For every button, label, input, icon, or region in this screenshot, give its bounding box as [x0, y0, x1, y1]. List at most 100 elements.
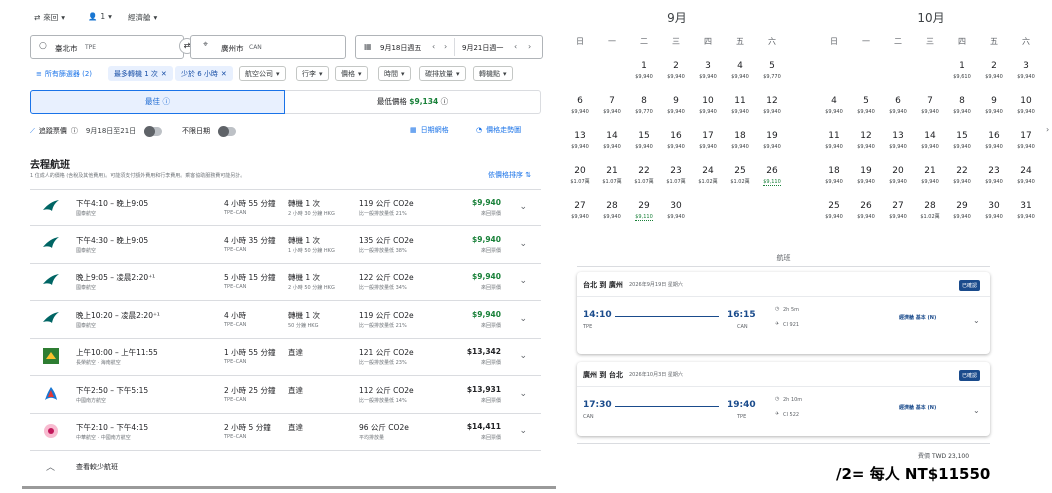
calendar-day[interactable]: 20 $1.07萬: [564, 165, 596, 185]
calendar-day[interactable]: 20 $9,940: [882, 165, 914, 185]
prev-date-button[interactable]: ‹: [432, 42, 435, 51]
calendar-day[interactable]: 23 $9,940: [978, 165, 1010, 185]
close-icon[interactable]: ✕: [161, 70, 167, 78]
calendar-day[interactable]: 11 $9,940: [724, 95, 756, 115]
flight-row[interactable]: 下午2:10 – 下午4:15 中華航空 · 中國南方航空 2 小時 5 分鐘 TPE…: [30, 414, 541, 451]
calendar-day[interactable]: 1 $9,940: [628, 60, 660, 80]
calendar-day[interactable]: 22 $1.07萬: [628, 165, 660, 185]
calendar-day[interactable]: 4 $9,940: [818, 95, 850, 115]
calendar-day[interactable]: 7 $9,940: [914, 95, 946, 115]
calendar-day[interactable]: 6 $9,940: [882, 95, 914, 115]
calendar-day[interactable]: 24 $1.02萬: [692, 165, 724, 185]
passenger-select[interactable]: 👤 1 ▾: [88, 12, 112, 21]
calendar-day[interactable]: 25 $1.02萬: [724, 165, 756, 185]
return-flight-card[interactable]: 廣州 到 台北 2026年10月3日 星期六 已確認 17:30 CAN 19:…: [577, 362, 990, 436]
calendar-day[interactable]: 6 $9,940: [564, 95, 596, 115]
chevron-down-icon[interactable]: ⌄: [973, 316, 980, 325]
calendar-day[interactable]: 14 $9,940: [596, 130, 628, 150]
calendar-day[interactable]: 26 $9,940: [850, 200, 882, 220]
calendar-day[interactable]: 19 $9,940: [850, 165, 882, 185]
calendar-day[interactable]: 15 $9,940: [628, 130, 660, 150]
trip-type-select[interactable]: ⇄ 來回 ▾: [34, 12, 65, 23]
calendar-day[interactable]: 14 $9,940: [914, 130, 946, 150]
filter-connecting-chip[interactable]: 轉機點 ▾: [473, 66, 513, 81]
chevron-down-icon[interactable]: ⌄: [519, 314, 527, 324]
prev-return-button[interactable]: ‹: [514, 42, 517, 51]
next-return-button[interactable]: ›: [528, 42, 531, 51]
flight-row[interactable]: 下午2:50 – 下午5:15 中國南方航空 2 小時 25 分鐘 TPE–CAN 直達…: [30, 377, 541, 414]
calendar-day[interactable]: 4 $9,940: [724, 60, 756, 80]
calendar-scroll-icon[interactable]: ›: [1046, 125, 1049, 134]
flight-row[interactable]: 晚上9:05 – 凌晨2:20⁺¹ 國泰航空 5 小時 15 分鐘 TPE–CAN 轉機…: [30, 264, 541, 301]
calendar-day[interactable]: 15 $9,940: [946, 130, 978, 150]
sort-button[interactable]: 依價格排序 ⇅: [488, 170, 531, 180]
calendar-day[interactable]: 3 $9,940: [692, 60, 724, 80]
calendar-day[interactable]: 30 $9,940: [660, 200, 692, 220]
calendar-day[interactable]: 21 $9,940: [914, 165, 946, 185]
calendar-day[interactable]: 8 $9,770: [628, 95, 660, 115]
calendar-day[interactable]: 28 $9,940: [596, 200, 628, 220]
track-prices-toggle[interactable]: ⟋ 追蹤票價 ⓘ 9月18日至21日: [30, 125, 163, 137]
chevron-down-icon[interactable]: ⌄: [519, 351, 527, 361]
origin-field[interactable]: ○ 臺北市 TPE: [30, 35, 184, 59]
calendar-day[interactable]: 13 $9,940: [564, 130, 596, 150]
filter-duration-chip[interactable]: 少於 6 小時 ✕: [175, 66, 233, 81]
calendar-day[interactable]: 22 $9,940: [946, 165, 978, 185]
flight-row[interactable]: 上午10:00 – 上午11:55 長榮航空 · 海南航空 1 小時 55 分鐘 TP…: [30, 339, 541, 376]
filter-airline-chip[interactable]: 航空公司 ▾: [239, 66, 286, 81]
chevron-down-icon[interactable]: ⌄: [519, 426, 527, 436]
close-icon[interactable]: ✕: [221, 70, 227, 78]
calendar-day[interactable]: 31 $9,940: [1010, 200, 1042, 220]
date-grid-button[interactable]: ▦ 日期網格: [410, 125, 449, 135]
filter-stops-chip[interactable]: 最多轉機 1 次 ✕: [108, 66, 173, 81]
flight-row[interactable]: 晚上10:20 – 凌晨2:20⁺¹ 國泰航空 4 小時 TPE–CAN 轉機 1 次 5…: [30, 302, 541, 339]
calendar-day[interactable]: 10 $9,940: [1010, 95, 1042, 115]
calendar-day[interactable]: 16 $9,940: [978, 130, 1010, 150]
calendar-day[interactable]: 19 $9,940: [756, 130, 788, 150]
calendar-day[interactable]: 13 $9,940: [882, 130, 914, 150]
tab-best[interactable]: 最佳 ⓘ: [30, 90, 285, 114]
flight-row[interactable]: 下午4:30 – 晚上9:05 國泰航空 4 小時 35 分鐘 TPE–CAN 轉機 1…: [30, 227, 541, 264]
outbound-flight-card[interactable]: 台北 到 廣州 2026年9月19日 星期六 已確認 14:10 TPE 16:…: [577, 272, 990, 354]
toggle-switch[interactable]: [144, 125, 163, 137]
calendar-day[interactable]: 16 $9,940: [660, 130, 692, 150]
all-filters-button[interactable]: ≡ 所有篩選器 (2): [30, 66, 99, 81]
chevron-down-icon[interactable]: ⌄: [519, 389, 527, 399]
calendar-day[interactable]: 3 $9,940: [1010, 60, 1042, 80]
calendar-day[interactable]: 18 $9,940: [724, 130, 756, 150]
next-date-button[interactable]: ›: [444, 42, 447, 51]
calendar-day[interactable]: 27 $9,940: [882, 200, 914, 220]
calendar-day[interactable]: 11 $9,940: [818, 130, 850, 150]
calendar-day[interactable]: 7 $9,940: [596, 95, 628, 115]
calendar-day[interactable]: 24 $9,940: [1010, 165, 1042, 185]
calendar-day[interactable]: 21 $1.07萬: [596, 165, 628, 185]
calendar-day[interactable]: 1 $9,610: [946, 60, 978, 80]
calendar-day[interactable]: 29 $9,940: [946, 200, 978, 220]
date-range-field[interactable]: ▦ 9月18日週五 ‹ › 9月21日週一 ‹ ›: [355, 35, 543, 59]
calendar-day[interactable]: 18 $9,940: [818, 165, 850, 185]
calendar-day[interactable]: 27 $9,940: [564, 200, 596, 220]
calendar-day[interactable]: 5 $9,770: [756, 60, 788, 80]
filter-bags-chip[interactable]: 行李 ▾: [296, 66, 329, 81]
calendar-day[interactable]: 10 $9,940: [692, 95, 724, 115]
filter-emissions-chip[interactable]: 碳排放量 ▾: [419, 66, 466, 81]
chevron-down-icon[interactable]: ⌄: [973, 406, 980, 415]
calendar-day[interactable]: 25 $9,940: [818, 200, 850, 220]
filter-times-chip[interactable]: 時間 ▾: [378, 66, 411, 81]
calendar-day[interactable]: 5 $9,940: [850, 95, 882, 115]
calendar-day[interactable]: 26 $9,110: [756, 165, 788, 186]
price-graph-button[interactable]: ◔ 價格走勢圖: [476, 125, 521, 135]
calendar-day[interactable]: 29 $9,110: [628, 200, 660, 221]
any-dates-toggle[interactable]: 不限日期: [182, 125, 236, 137]
tab-cheapest[interactable]: 最低價格 $9,134 ⓘ: [285, 90, 541, 114]
calendar-day[interactable]: 17 $9,940: [1010, 130, 1042, 150]
calendar-day[interactable]: 2 $9,940: [978, 60, 1010, 80]
calendar-day[interactable]: 23 $1.07萬: [660, 165, 692, 185]
calendar-day[interactable]: 28 $1.02萬: [914, 200, 946, 220]
calendar-day[interactable]: 9 $9,940: [660, 95, 692, 115]
calendar-day[interactable]: 30 $9,940: [978, 200, 1010, 220]
filter-price-chip[interactable]: 價格 ▾: [335, 66, 368, 81]
calendar-day[interactable]: 12 $9,940: [756, 95, 788, 115]
calendar-day[interactable]: 2 $9,940: [660, 60, 692, 80]
destination-field[interactable]: ⌖ 廣州市 CAN: [190, 35, 346, 59]
